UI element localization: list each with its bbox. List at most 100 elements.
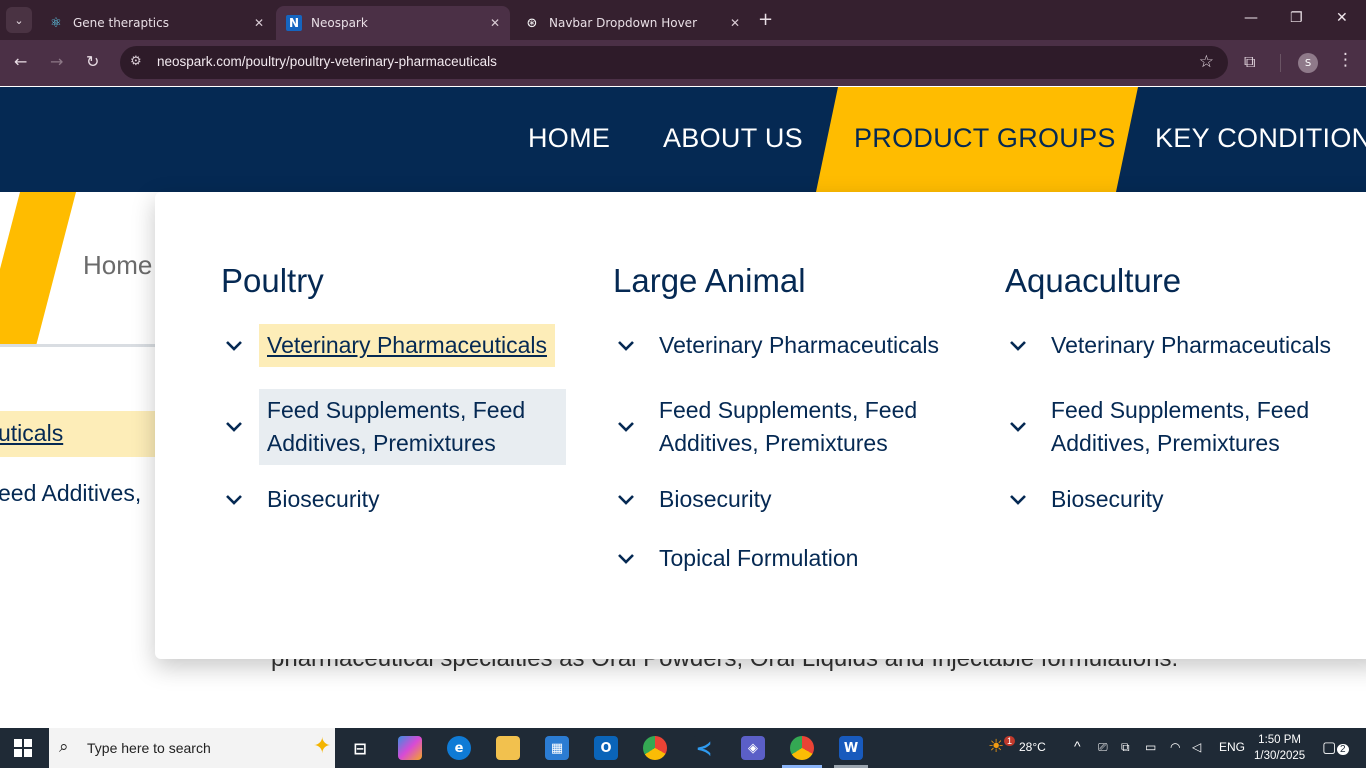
file-explorer-icon[interactable] — [496, 736, 520, 760]
url-text[interactable]: neospark.com/poultry/poultry-veterinary-… — [157, 54, 497, 69]
windows-taskbar: ⌕ Type here to search ✦ ⊟ e ▦ O ≺ ◈ W ☀ … — [0, 728, 1366, 768]
menu-item[interactable]: Biosecurity — [613, 478, 958, 521]
nav-key-conditions[interactable]: KEY CONDITIONS — [1155, 123, 1366, 154]
menu-item[interactable]: Feed Supplements, Feed Additives, Premix… — [1005, 389, 1350, 465]
task-view-icon[interactable]: ⊟ — [348, 736, 372, 760]
search-placeholder[interactable]: Type here to search — [87, 740, 211, 756]
vscode-icon[interactable]: ≺ — [692, 736, 716, 760]
copilot-icon[interactable] — [398, 736, 422, 760]
windows-start-icon[interactable] — [14, 739, 32, 757]
tab-title: Neospark — [311, 16, 368, 30]
microsoft-store-icon[interactable]: ▦ — [545, 736, 569, 760]
browser-tab-strip: ⌄ ⚛ Gene theraptics ✕ N Neospark ✕ ⊛ Nav… — [0, 0, 1366, 40]
sidebar-link-feed-supplements[interactable]: eed Additives, — [0, 480, 141, 507]
weather-temperature[interactable]: 28°C — [1019, 740, 1046, 754]
decorative-yellow-stripe — [0, 192, 76, 346]
minimize-icon[interactable]: — — [1244, 10, 1258, 26]
chevron-down-icon — [221, 336, 255, 356]
menu-item-label[interactable]: Feed Supplements, Feed Additives, Premix… — [651, 389, 958, 465]
window-close-icon[interactable]: ✕ — [1336, 10, 1348, 26]
kebab-menu-icon[interactable]: ⋮ — [1337, 50, 1354, 70]
menu-item-label[interactable]: Feed Supplements, Feed Additives, Premix… — [258, 389, 566, 465]
restore-icon[interactable]: ❐ — [1290, 10, 1303, 26]
chrome-icon[interactable] — [643, 736, 667, 760]
menu-item-label[interactable]: Feed Supplements, Feed Additives, Premix… — [1043, 389, 1350, 465]
copilot-app-icon[interactable]: ◈ — [741, 736, 765, 760]
screen-share-icon[interactable]: ⧉ — [1121, 740, 1130, 755]
tab-navbar-dropdown-hover[interactable]: ⊛ Navbar Dropdown Hover ✕ — [514, 6, 750, 40]
chevron-down-icon — [613, 490, 647, 510]
breadcrumb-home[interactable]: Home — [83, 250, 152, 281]
column-title: Aquaculture — [1005, 262, 1182, 299]
menu-item[interactable]: Biosecurity — [221, 478, 566, 521]
new-tab-plus-icon[interactable]: + — [758, 9, 773, 30]
chevron-up-icon[interactable]: ^ — [1074, 738, 1081, 754]
menu-item[interactable]: Veterinary Pharmaceuticals — [1005, 324, 1350, 367]
address-bar[interactable]: ⚙ neospark.com/poultry/poultry-veterinar… — [120, 46, 1228, 79]
menu-item[interactable]: Feed Supplements, Feed Additives, Premix… — [221, 389, 566, 465]
menu-item-label[interactable]: Veterinary Pharmaceuticals — [259, 324, 555, 367]
menu-item[interactable]: Veterinary Pharmaceuticals — [221, 324, 566, 367]
sidebar-link-veterinary-pharmaceuticals[interactable]: uticals — [0, 420, 63, 447]
menu-item[interactable]: Topical Formulation — [613, 537, 958, 580]
clock-time: 1:50 PM — [1258, 734, 1301, 746]
menu-item[interactable]: Veterinary Pharmaceuticals — [613, 324, 958, 367]
bookmark-star-icon[interactable]: ☆ — [1199, 52, 1214, 72]
menu-item-label[interactable]: Biosecurity — [651, 478, 779, 521]
tab-gene-theraptics[interactable]: ⚛ Gene theraptics ✕ — [38, 6, 274, 40]
taskbar-search-box[interactable]: ⌕ Type here to search ✦ — [49, 728, 335, 768]
back-arrow-icon[interactable]: ← — [14, 52, 27, 71]
tab-search-button[interactable]: ⌄ — [6, 7, 32, 33]
edge-icon[interactable]: e — [447, 736, 471, 760]
website-viewport: Home uticals eed Additives, pharmaceutic… — [0, 87, 1366, 728]
forward-arrow-icon[interactable]: → — [50, 52, 63, 71]
menu-item-label[interactable]: Biosecurity — [259, 478, 387, 521]
wifi-icon[interactable]: ◠ — [1170, 740, 1180, 754]
search-icon: ⌕ — [59, 737, 69, 757]
site-info-icon[interactable]: ⚙ — [130, 54, 142, 69]
copilot-sparkle-icon[interactable]: ✦ — [313, 734, 331, 759]
weather-badge: 1 — [1004, 736, 1016, 746]
nav-product-groups[interactable]: PRODUCT GROUPS — [854, 123, 1116, 154]
toolbar-divider — [1280, 54, 1281, 72]
browser-toolbar: ← → ↻ ⚙ neospark.com/poultry/poultry-vet… — [0, 40, 1366, 86]
outlook-icon[interactable]: O — [594, 736, 618, 760]
chevron-down-icon — [1005, 490, 1039, 510]
menu-item-label[interactable]: Veterinary Pharmaceuticals — [1043, 324, 1339, 367]
language-indicator[interactable]: ENG — [1219, 740, 1245, 754]
word-icon[interactable]: W — [839, 736, 863, 760]
divider — [0, 344, 160, 347]
menu-item-label[interactable]: Topical Formulation — [651, 537, 866, 580]
menu-item[interactable]: Biosecurity — [1005, 478, 1350, 521]
react-icon: ⚛ — [50, 15, 62, 31]
nav-home[interactable]: HOME — [528, 123, 610, 154]
tab-neospark[interactable]: N Neospark ✕ — [276, 6, 510, 40]
meet-now-icon[interactable]: ⎚ — [1098, 740, 1108, 755]
product-groups-dropdown: Poultry Veterinary Pharmaceuticals Feed … — [155, 192, 1366, 659]
close-icon[interactable]: ✕ — [490, 16, 500, 30]
chevron-down-icon — [221, 417, 255, 437]
menu-item[interactable]: Feed Supplements, Feed Additives, Premix… — [613, 389, 958, 465]
nav-about-us[interactable]: ABOUT US — [663, 123, 803, 154]
chevron-down-icon — [1005, 336, 1039, 356]
chrome-active-icon[interactable] — [790, 736, 814, 760]
close-icon[interactable]: ✕ — [730, 16, 740, 30]
clock-date: 1/30/2025 — [1254, 750, 1306, 762]
volume-icon[interactable]: ◁ — [1192, 740, 1201, 754]
close-icon[interactable]: ✕ — [254, 16, 264, 30]
menu-item-label[interactable]: Biosecurity — [1043, 478, 1171, 521]
chevron-down-icon — [613, 417, 647, 437]
menu-item-label[interactable]: Veterinary Pharmaceuticals — [651, 324, 947, 367]
battery-icon[interactable]: ▭ — [1145, 740, 1156, 754]
openai-icon: ⊛ — [526, 15, 538, 31]
system-clock[interactable]: 1:50 PM 1/30/2025 — [1254, 732, 1305, 764]
profile-avatar[interactable]: S — [1298, 53, 1318, 73]
chevron-down-icon — [613, 336, 647, 356]
main-navbar: HOME ABOUT US PRODUCT GROUPS KEY CONDITI… — [0, 87, 1366, 192]
notification-icon[interactable]: ▢ — [1322, 738, 1336, 756]
reload-icon[interactable]: ↻ — [86, 52, 99, 71]
column-title: Poultry — [221, 262, 324, 299]
column-title: Large Animal — [613, 262, 806, 299]
weather-icon[interactable]: ☀ — [988, 736, 1004, 757]
extensions-puzzle-icon[interactable]: ⧉ — [1244, 52, 1255, 72]
